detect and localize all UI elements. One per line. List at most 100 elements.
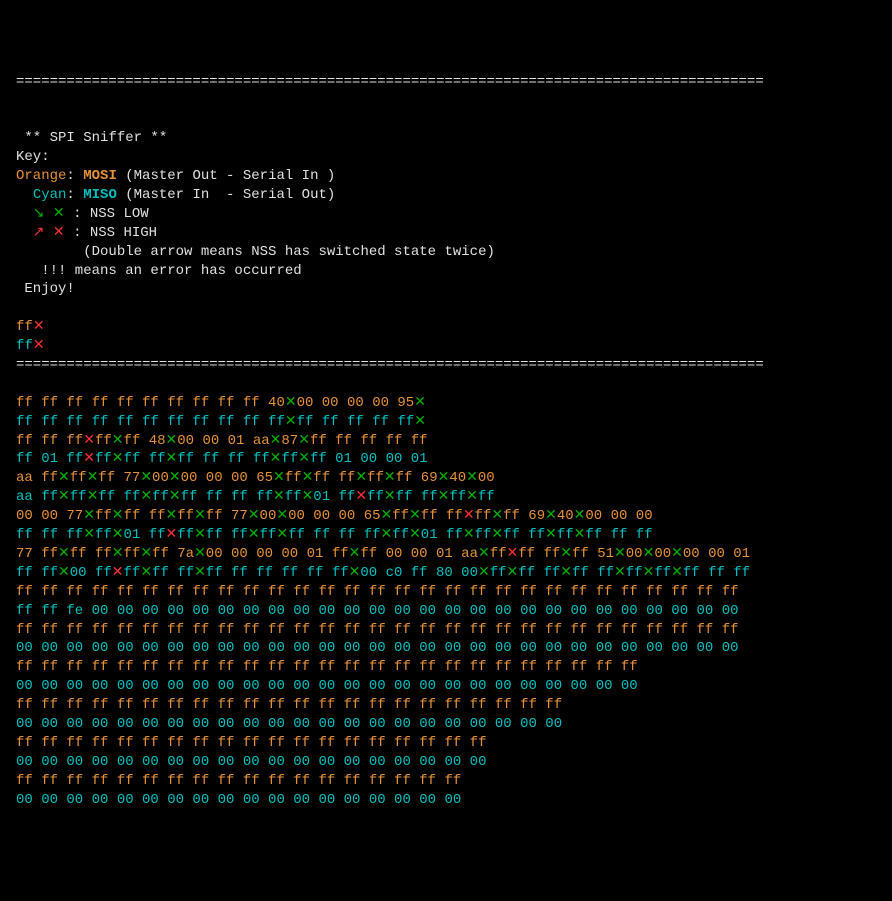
hex-segment: ff ff — [124, 451, 166, 467]
hex-segment: ff 48 — [124, 433, 166, 449]
hex-segment: ✕ — [169, 470, 181, 486]
hex-segment: 00 00 00 — [585, 508, 652, 524]
hex-segment: ✕ — [166, 451, 178, 467]
hex-segment: ff — [95, 508, 112, 524]
hex-segment: ff 01 ff — [16, 451, 83, 467]
spi-data-dump: ff ff ff ff ff ff ff ff ff ff 40✕00 00 0… — [16, 395, 750, 808]
hex-segment: 01 ff — [124, 527, 166, 543]
hex-segment: ✕ — [355, 470, 367, 486]
hex-segment: ff ff ff — [585, 527, 652, 543]
hex-segment: ff ff — [518, 565, 560, 581]
hex-segment: ✕ — [33, 319, 45, 335]
hex-segment: ff — [70, 489, 87, 505]
hex-segment: ✕ — [463, 527, 475, 543]
hex-segment: 00 00 00 00 00 00 00 00 00 00 00 00 00 0… — [16, 678, 638, 694]
hex-segment: ff ff ff ff ff — [297, 414, 415, 430]
terminal-output: ========================================… — [16, 73, 876, 810]
hex-segment: ✕ — [248, 508, 260, 524]
hex-segment: ✕ — [140, 470, 152, 486]
hex-segment: ✕ — [478, 565, 490, 581]
hex-segment: 00 c0 ff 80 00 — [360, 565, 478, 581]
hex-segment: ff ff ff ff — [181, 489, 273, 505]
double-arrow-note: (Double arrow means NSS has switched sta… — [16, 244, 495, 260]
hex-segment: ff 69 — [503, 508, 545, 524]
hex-segment: ✕ — [140, 565, 152, 581]
hex-segment: ✕ — [83, 508, 95, 524]
hex-segment: ✕ — [463, 508, 475, 524]
hex-segment: ff — [95, 451, 112, 467]
hex-segment: ✕ — [112, 451, 124, 467]
hex-segment: ff 51 — [572, 546, 614, 562]
hex-segment: ff 00 00 01 aa — [360, 546, 478, 562]
hex-segment: ✕ — [166, 433, 178, 449]
hex-segment: ✕ — [112, 546, 124, 562]
hex-segment: ✕ — [112, 508, 124, 524]
hex-segment: ✕ — [491, 508, 503, 524]
hex-segment: ✕ — [276, 527, 288, 543]
hex-segment: ✕ — [140, 489, 152, 505]
hex-segment: ✕ — [560, 546, 572, 562]
hex-segment: ff — [475, 527, 492, 543]
hex-segment: ✕ — [491, 527, 503, 543]
hex-segment: ✕ — [574, 527, 586, 543]
hex-segment: ✕ — [194, 565, 206, 581]
hex-segment: ff — [475, 508, 492, 524]
hex-segment: ✕ — [355, 489, 367, 505]
hex-segment: ff — [95, 527, 112, 543]
hex-segment: ff — [367, 470, 384, 486]
hex-segment: ff ff — [16, 565, 58, 581]
hex-segment: ✕ — [285, 414, 297, 430]
hex-segment: ff 7a — [152, 546, 194, 562]
hex-segment: ✕ — [466, 489, 478, 505]
hex-segment: ff ff ff ff ff ff ff ff ff ff ff ff ff f… — [16, 584, 739, 600]
hex-segment: ff — [626, 565, 643, 581]
hex-segment: ff — [285, 489, 302, 505]
hex-segment: ✕ — [112, 433, 124, 449]
hex-segment: ff — [392, 508, 409, 524]
hex-segment: ff ff ff — [16, 433, 83, 449]
hex-segment: ✕ — [466, 470, 478, 486]
hex-segment: 00 ff — [70, 565, 112, 581]
cyan-label: Cyan — [33, 187, 67, 203]
hex-segment: 00 — [152, 470, 169, 486]
orange-label: Orange — [16, 168, 66, 184]
hex-segment: ✕ — [478, 546, 490, 562]
hex-segment: ff ff — [98, 489, 140, 505]
hex-segment: ff ff ff ff ff ff ff ff ff ff ff ff ff f… — [16, 697, 562, 713]
hex-segment: 00 00 00 00 00 00 00 00 00 00 00 00 00 0… — [16, 792, 461, 808]
hex-segment: ✕ — [298, 451, 310, 467]
hex-segment: ✕ — [409, 508, 421, 524]
hex-segment: ff — [557, 527, 574, 543]
hex-segment: ✕ — [545, 508, 557, 524]
hex-segment: ✕ — [409, 527, 421, 543]
divider-mid: ========================================… — [16, 357, 764, 373]
hex-segment: ff — [177, 508, 194, 524]
hex-segment: ff ff ff ff ff ff ff ff ff ff ff ff ff f… — [16, 622, 739, 638]
mosi-desc: (Master Out - Serial In ) — [117, 168, 335, 184]
hex-segment: ✕ — [166, 527, 178, 543]
hex-segment: ff ff — [421, 508, 463, 524]
hex-segment: 00 — [626, 546, 643, 562]
hex-segment: ✕ — [58, 470, 70, 486]
hex-segment: 00 00 00 00 95 — [297, 395, 415, 411]
hex-segment: ff ff ff ff ff ff — [206, 565, 349, 581]
hex-segment: ✕ — [58, 565, 70, 581]
hex-segment: ff ff ff ff ff — [310, 433, 428, 449]
hex-segment: 01 ff — [421, 527, 463, 543]
hex-segment: ✕ — [112, 565, 124, 581]
hex-segment: ff ff ff — [16, 527, 83, 543]
hex-segment: ✕ — [384, 489, 396, 505]
hex-segment: ff ff ff ff ff ff ff ff ff ff ff ff ff f… — [16, 773, 461, 789]
hex-segment: ✕ — [384, 470, 396, 486]
hex-segment: ff ff ff — [683, 565, 750, 581]
hex-segment: 00 00 00 00 00 00 00 00 00 00 00 00 00 0… — [16, 640, 739, 656]
hex-segment: ✕ — [671, 546, 683, 562]
hex-segment: ff — [490, 546, 507, 562]
hex-segment: ✕ — [507, 565, 519, 581]
hex-segment: 00 00 01 aa — [177, 433, 269, 449]
nss-high-icon: ↗ ✕ — [16, 225, 65, 241]
hex-segment: ff ff ff ff ff ff ff ff ff ff ff ff ff f… — [16, 659, 638, 675]
nss-low-icon: ↘ ✕ — [16, 206, 65, 222]
hex-segment: 00 00 00 65 — [181, 470, 273, 486]
hex-segment: ff — [654, 565, 671, 581]
